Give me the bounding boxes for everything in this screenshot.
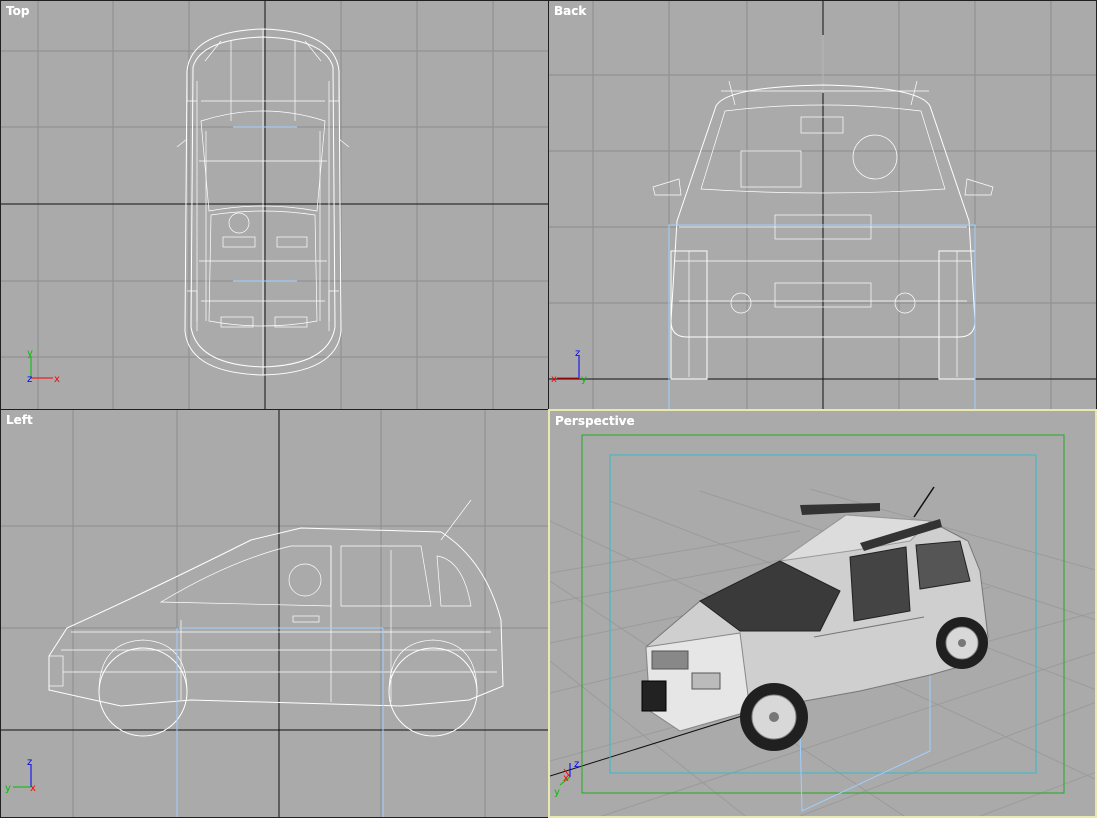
gizmo-label-c: y — [581, 374, 587, 385]
viewport-label-top[interactable]: Top — [6, 4, 29, 18]
top-view-canvas[interactable]: y x z — [1, 1, 549, 410]
left-view-canvas[interactable]: z y x — [1, 410, 549, 818]
perspective-view-canvas[interactable]: z x y — [550, 411, 1097, 818]
gizmo-label-a: z — [575, 348, 580, 359]
viewport-perspective[interactable]: z x y Perspective — [548, 409, 1097, 818]
grid — [1, 1, 548, 409]
viewport-back[interactable]: z x y Back — [548, 0, 1097, 410]
viewport-left[interactable]: z y x Left — [0, 409, 549, 818]
car-wireframe-top[interactable] — [176, 28, 350, 376]
gizmo-label-c: y — [554, 787, 560, 798]
back-view-canvas[interactable]: z x y — [549, 1, 1097, 410]
gizmo-label-a: z — [574, 759, 579, 770]
viewport-label-perspective[interactable]: Perspective — [555, 414, 635, 428]
gizmo-label-c: x — [30, 783, 36, 794]
car-wireframe-left[interactable] — [48, 499, 504, 818]
gizmo-label-b: x — [551, 374, 557, 385]
gizmo-label-a: z — [27, 757, 32, 768]
gizmo-label-a: y — [27, 348, 33, 359]
gizmo-label-b: x — [54, 374, 60, 385]
axis-tripod-icon: z x y — [554, 759, 579, 798]
axis-tripod-icon: y x z — [27, 348, 60, 385]
axis-tripod-icon: z y x — [5, 757, 36, 794]
viewport-label-left[interactable]: Left — [6, 413, 33, 427]
car-render-perspective[interactable] — [641, 486, 989, 812]
viewport-label-back[interactable]: Back — [554, 4, 586, 18]
gizmo-label-b: x — [563, 773, 569, 784]
viewport-top[interactable]: y x z Top — [0, 0, 549, 410]
gizmo-label-b: y — [5, 783, 11, 794]
grid — [1, 410, 548, 817]
gizmo-label-c: z — [27, 374, 32, 385]
